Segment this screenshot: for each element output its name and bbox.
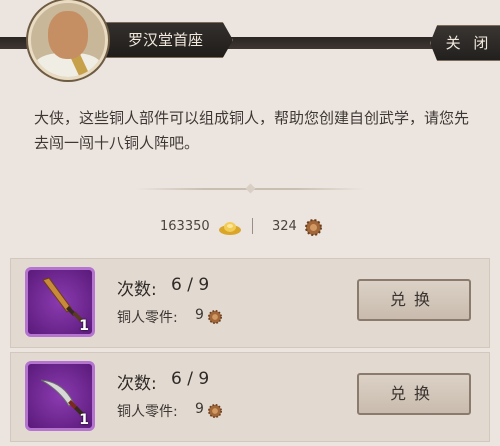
ornament-divider <box>135 183 365 194</box>
cost-label: 铜人零件: <box>117 404 178 420</box>
uses-label: 次数: <box>117 374 157 394</box>
npc-name-plate: 罗汉堂首座 <box>105 22 233 58</box>
uses-label: 次数: <box>117 280 157 300</box>
exchange-button[interactable]: 兑换 <box>357 373 471 415</box>
bronze-gear-icon <box>208 309 222 324</box>
uses-value: 6 / 9 <box>171 369 210 389</box>
uses-value: 6 / 9 <box>171 275 210 295</box>
item-count: 1 <box>79 318 89 334</box>
cost-label: 铜人零件: <box>117 310 178 326</box>
item-slot[interactable]: 1 <box>25 361 95 431</box>
currency-separator <box>252 218 253 234</box>
exchange-card: 1 次数: 6 / 9 铜人零件: 9 兑换 <box>10 258 490 348</box>
exchange-button[interactable]: 兑换 <box>357 279 471 321</box>
item-count: 1 <box>79 412 89 428</box>
exchange-card: 1 次数: 6 / 9 铜人零件: 9 兑换 <box>10 352 490 442</box>
item-slot[interactable]: 1 <box>25 267 95 337</box>
dialog-text: 大侠，这些铜人部件可以组成铜人，帮助您创建自创武学，请您先去闯一闯十八铜人阵吧。 <box>34 109 470 152</box>
npc-avatar <box>28 0 108 80</box>
parts-amount: 324 <box>272 219 297 234</box>
gold-ingot-icon <box>218 219 242 236</box>
cost-value: 9 <box>195 307 204 323</box>
cost-value: 9 <box>195 401 204 417</box>
npc-name: 罗汉堂首座 <box>128 31 204 49</box>
divider-diamond <box>245 183 256 194</box>
bronze-gear-icon <box>208 403 222 418</box>
currency-bar: 163350 324 <box>0 216 500 240</box>
silver-amount: 163350 <box>160 219 210 234</box>
close-button[interactable]: 关 闭 <box>430 25 500 61</box>
npc-face <box>48 11 88 59</box>
bronze-gear-icon <box>305 219 322 236</box>
